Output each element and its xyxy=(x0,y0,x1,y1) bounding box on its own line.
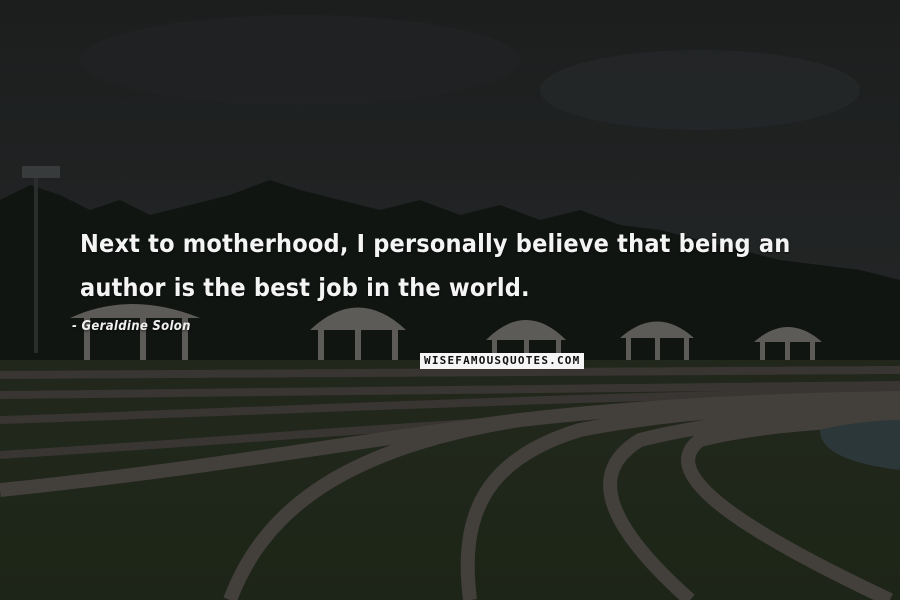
quote-author: - Geraldine Solon xyxy=(72,319,191,334)
watermark-label: WISEFAMOUSQUOTES.COM xyxy=(420,353,585,369)
quote-image: Next to motherhood, I personally believe… xyxy=(0,0,900,600)
quote-text: Next to motherhood, I personally believe… xyxy=(80,229,791,302)
